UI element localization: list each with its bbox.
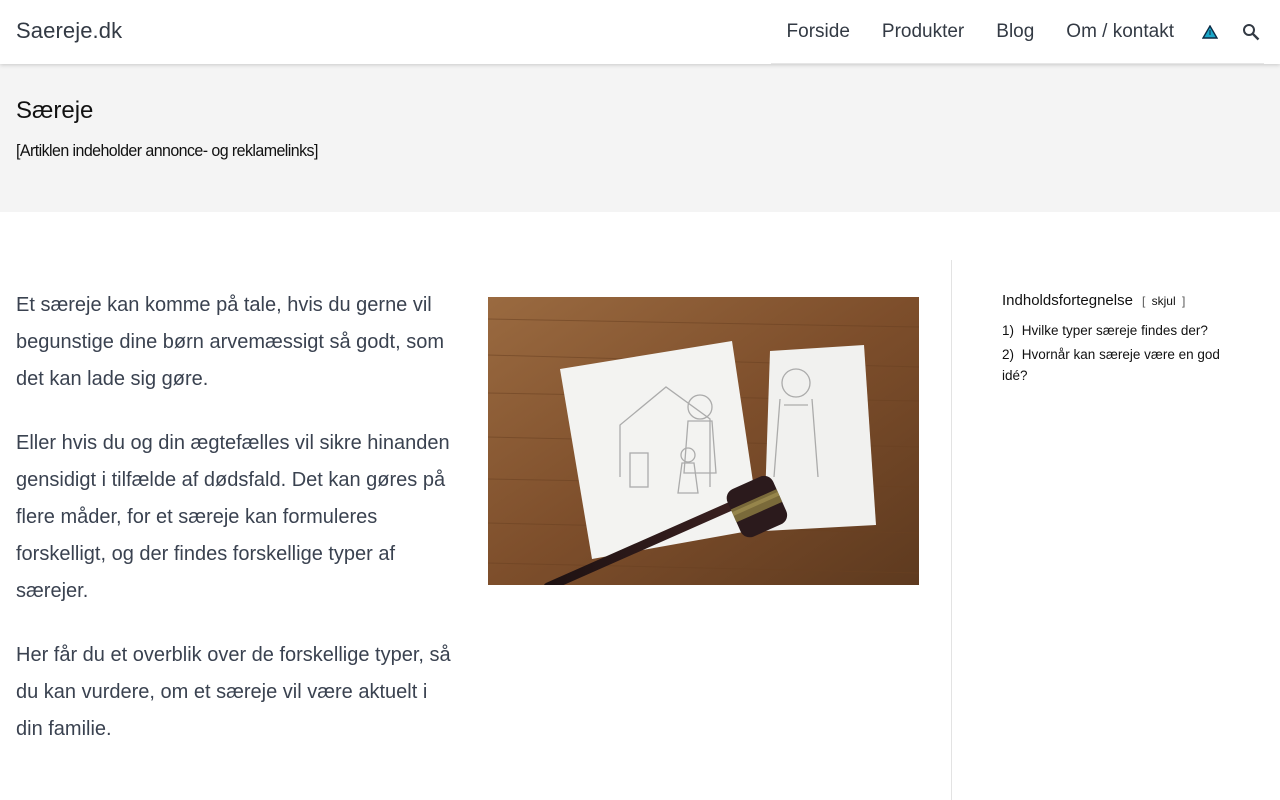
page-title: Særeje <box>16 97 94 124</box>
nav-item-om-kontakt[interactable]: Om / kontakt <box>1050 0 1190 64</box>
toc-title: Indholdsfortegnelse <box>1002 292 1133 309</box>
toc-toggle-open-bracket: [ <box>1141 294 1146 308</box>
toc-toggle: [ skjul ] <box>1142 294 1185 308</box>
toc-toggle-close-bracket: ] <box>1181 294 1186 308</box>
toc-item-label: Hvilke typer særeje findes der? <box>1021 323 1208 338</box>
page-title-band: Særeje [Artiklen indeholder annonce- og … <box>0 64 1280 212</box>
toc-hide-link[interactable]: skjul <box>1152 294 1176 308</box>
site-logo[interactable]: Saereje.dk <box>16 18 122 44</box>
nav-item-forside[interactable]: Forside <box>771 0 866 64</box>
toc-item-label: Hvornår kan særeje være en god idé? <box>1002 347 1220 383</box>
toc-item-number: 2) <box>1002 347 1015 362</box>
site-header: Saereje.dk Forside Produkter Blog Om / k… <box>0 0 1280 64</box>
ad-disclaimer: [Artiklen indeholder annonce- og reklame… <box>16 141 318 160</box>
nav-item-produkter[interactable]: Produkter <box>866 0 980 64</box>
article-body: Et særeje kan komme på tale, hvis du ger… <box>16 287 456 775</box>
toc-header: Indholdsfortegnelse [ skjul ] <box>1002 292 1242 309</box>
table-of-contents: Indholdsfortegnelse [ skjul ] 1) Hvilke … <box>1002 292 1242 389</box>
toc-list: 1) Hvilke typer særeje findes der? 2) Hv… <box>1002 320 1242 386</box>
toc-item[interactable]: 1) Hvilke typer særeje findes der? <box>1002 320 1242 341</box>
toc-item-number: 1) <box>1002 323 1015 338</box>
triangle-logo-icon[interactable] <box>1190 0 1230 64</box>
article-paragraph: Eller hvis du og din ægtefælles vil sikr… <box>16 432 450 602</box>
article-paragraph: Her får du et overblik over de forskelli… <box>16 644 451 740</box>
article-paragraph: Et særeje kan komme på tale, hvis du ger… <box>16 294 444 390</box>
nav-item-blog[interactable]: Blog <box>980 0 1050 64</box>
search-icon[interactable] <box>1238 0 1264 64</box>
main-nav: Forside Produkter Blog Om / kontakt <box>770 0 1264 64</box>
toc-item[interactable]: 2) Hvornår kan særeje være en god idé? <box>1002 344 1242 386</box>
article-image <box>488 297 919 585</box>
sidebar-divider <box>951 260 952 800</box>
